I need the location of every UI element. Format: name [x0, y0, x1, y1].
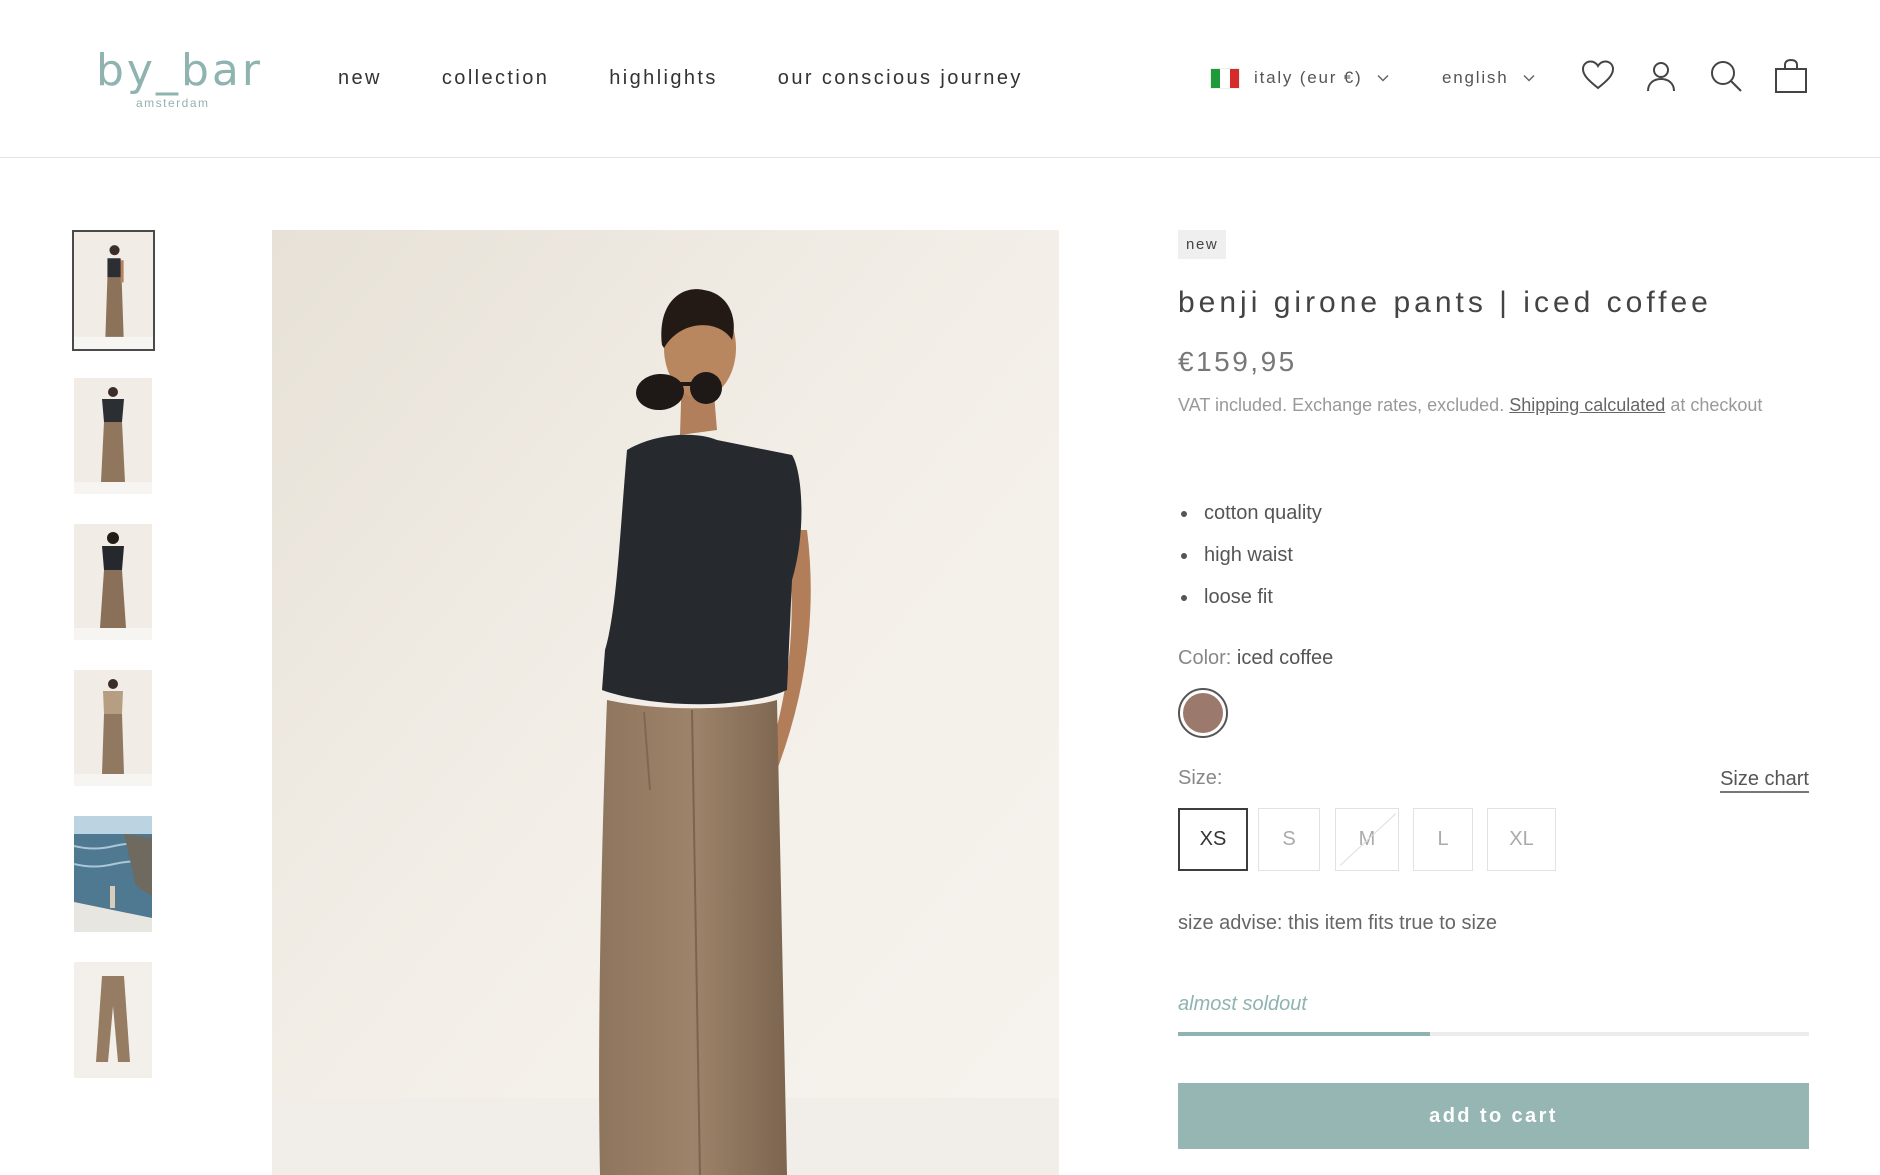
- product-title: benji girone pants | iced coffee: [1178, 286, 1712, 319]
- size-option-s[interactable]: S: [1258, 808, 1320, 871]
- thumbnail-pants-flatlay[interactable]: [74, 962, 152, 1078]
- italy-flag-icon: [1210, 67, 1240, 89]
- color-swatch-iced-coffee[interactable]: [1178, 688, 1228, 738]
- thumbnail-model-front-full[interactable]: [74, 378, 152, 494]
- model-photo: [272, 230, 1059, 1175]
- logo-wordmark: by_bar: [96, 45, 263, 96]
- brand-logo[interactable]: by_bar amsterdam: [96, 46, 260, 114]
- chevron-down-icon: [1377, 74, 1389, 82]
- cart-bag-icon[interactable]: [1773, 58, 1809, 94]
- wishlist-heart-icon[interactable]: [1580, 58, 1616, 94]
- feature-item: cotton quality: [1178, 492, 1322, 534]
- country-selector[interactable]: italy (eur €): [1210, 67, 1390, 89]
- language-selector[interactable]: english: [1442, 67, 1536, 89]
- feature-item: high waist: [1178, 534, 1322, 576]
- country-label: italy (eur €): [1254, 68, 1363, 87]
- shipping-calculated-link[interactable]: Shipping calculated: [1509, 395, 1665, 415]
- language-label: english: [1442, 68, 1509, 87]
- nav-item-collection[interactable]: collection: [442, 66, 549, 90]
- thumbnail-model-beige-outfit[interactable]: [74, 670, 152, 786]
- nav-item-new[interactable]: new: [338, 66, 382, 90]
- color-label: Color: iced coffee: [1178, 647, 1333, 670]
- color-value: iced coffee: [1236, 647, 1334, 669]
- swatch-fill: [1183, 693, 1223, 733]
- stock-level-fill: [1178, 1032, 1431, 1036]
- thumbnail-seaside-lifestyle[interactable]: [74, 816, 152, 932]
- size-option-xl[interactable]: XL: [1487, 808, 1556, 871]
- tax-note-prefix: VAT included. Exchange rates, excluded.: [1178, 395, 1510, 415]
- logo-subtitle: amsterdam: [136, 96, 210, 110]
- size-label: Size:: [1178, 767, 1223, 789]
- size-option-l[interactable]: L: [1413, 808, 1473, 871]
- thumbnail-model-back[interactable]: [74, 524, 152, 640]
- feature-item: loose fit: [1178, 576, 1322, 618]
- size-option-xs[interactable]: XS: [1178, 808, 1248, 871]
- tax-note-suffix: at checkout: [1665, 395, 1763, 415]
- chevron-down-icon: [1523, 74, 1536, 82]
- main-product-image[interactable]: [272, 230, 1059, 1175]
- search-icon[interactable]: [1708, 58, 1744, 94]
- size-option-m[interactable]: M: [1335, 808, 1399, 871]
- new-badge: new: [1178, 230, 1227, 259]
- nav-item-highlights[interactable]: highlights: [609, 66, 718, 90]
- stock-status: almost soldout: [1178, 993, 1307, 1015]
- add-to-cart-button[interactable]: add to cart: [1178, 1083, 1809, 1149]
- stock-level-bar: [1178, 1032, 1809, 1036]
- size-chart-link[interactable]: Size chart: [1720, 767, 1809, 793]
- feature-list: cotton quality high waist loose fit: [1178, 492, 1322, 618]
- main-nav: new collection highlights our conscious …: [338, 66, 1023, 90]
- tax-note: VAT included. Exchange rates, excluded. …: [1178, 390, 1778, 421]
- account-icon[interactable]: [1643, 58, 1679, 94]
- size-advice: size advise: this item fits true to size: [1178, 912, 1498, 934]
- product-price: €159,95: [1178, 346, 1297, 377]
- site-header: by_bar amsterdam new collection highligh…: [0, 0, 1880, 158]
- thumbnail-model-front[interactable]: [72, 230, 155, 351]
- nav-item-conscious-journey[interactable]: our conscious journey: [778, 66, 1023, 90]
- color-label-text: Color:: [1178, 647, 1232, 669]
